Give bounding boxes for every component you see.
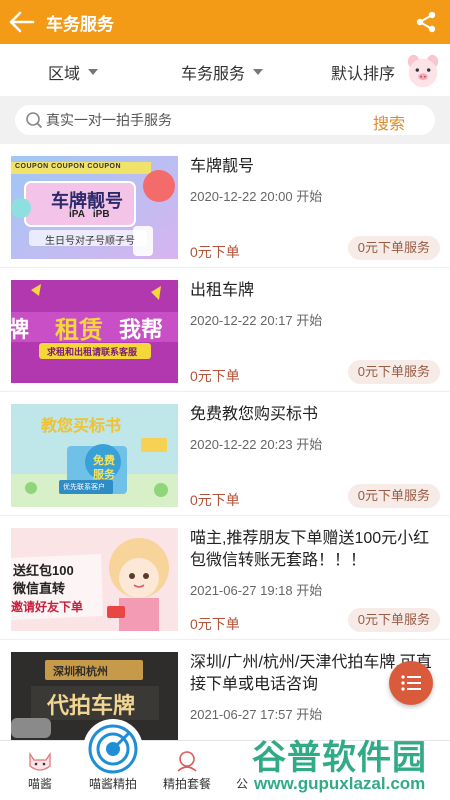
thumb-line-text: 邀请好友下单: [11, 600, 84, 614]
service-filter[interactable]: 车务服务: [181, 60, 264, 84]
sort-filter-label: 默认排序: [331, 66, 396, 83]
thumb-sub-text: 生日号对子号顺子号: [45, 236, 135, 247]
nav-label: 精拍套餐: [162, 777, 211, 791]
nav-item-home[interactable]: 喵酱: [0, 741, 80, 800]
caret-down-icon: [88, 69, 99, 75]
service-filter-label: 车务服务: [181, 66, 246, 83]
sort-filter[interactable]: 默认排序: [331, 60, 395, 84]
page-title: 车务服务: [46, 14, 114, 34]
thumb-coupon-text: COUPON COUPON COUPON: [15, 163, 122, 170]
item-price: 0元下单: [190, 492, 240, 508]
region-filter-label: 区域: [48, 66, 81, 83]
arrow-left-icon[interactable]: [0, 0, 44, 44]
order-service-button[interactable]: 0元下单服务: [347, 484, 440, 508]
thumb-sub-text: 求租和出租请联系客服: [47, 347, 138, 357]
thumb-main-text: 我帮: [119, 317, 164, 342]
item-date: 2021-06-27 19:18 开始: [190, 583, 323, 598]
search-area: 搜索: [0, 96, 450, 144]
item-price: 0元下单: [190, 244, 240, 260]
order-service-button[interactable]: 0元下单服务: [347, 608, 440, 632]
nav-label: 喵酱: [27, 777, 52, 791]
order-service-button[interactable]: 0元下单服务: [347, 360, 440, 384]
thumb-line-text: 送红包100: [13, 563, 74, 578]
list-item[interactable]: 牌 租赁 我帮 求租和出租请联系客服 出租车牌 2020-12-22 20:17…: [0, 268, 450, 392]
thumb-tag-text: 优先联系客户: [63, 484, 105, 491]
item-title: 喵主,推荐朋友下单赠送100元小红包微信转账无套路！！！: [190, 530, 430, 569]
item-date: 2020-12-22 20:00 开始: [190, 189, 323, 204]
search-input[interactable]: [46, 112, 346, 128]
item-title: 车牌靓号: [190, 158, 255, 175]
list-item[interactable]: 教您买标书 免费 服务 优先联系客户 免费教您购买标书 2020-12-22 2…: [0, 392, 450, 516]
nav-label: 公: [235, 777, 248, 791]
thumb-line-text: 微信直转: [13, 581, 66, 596]
app-header: 车务服务: [0, 0, 450, 44]
thumb-main-text: 教您买标书: [41, 418, 122, 435]
pig-mascot-icon: [407, 54, 439, 88]
share-icon[interactable]: [410, 6, 442, 38]
thumb-main-text: 牌: [11, 317, 30, 342]
thumb-main-text: 代拍车牌: [47, 693, 136, 718]
search-box: 搜索: [15, 105, 435, 135]
item-thumbnail: 牌 租赁 我帮 求租和出租请联系客服: [11, 280, 178, 383]
item-price: 0元下单: [190, 616, 240, 632]
nav-item-package[interactable]: 精拍套餐: [147, 741, 227, 800]
service-list: COUPON COUPON COUPON 车牌靓号 iPA iPB 生日号对子号…: [0, 144, 450, 764]
item-date: 2020-12-22 20:23 开始: [190, 437, 323, 452]
floating-menu-button[interactable]: [389, 661, 433, 705]
caret-down-icon: [253, 69, 264, 75]
search-icon: [26, 112, 43, 129]
item-price: 0元下单: [190, 368, 240, 384]
item-title: 出租车牌: [190, 282, 255, 299]
item-title: 免费教您购买标书: [190, 406, 319, 423]
item-thumbnail: COUPON COUPON COUPON 车牌靓号 iPA iPB 生日号对子号…: [11, 156, 178, 259]
watermark-logo: 谷普软件园 www.gupuxlazal.com: [248, 730, 450, 800]
thumb-main-text: 租赁: [55, 317, 103, 344]
thumb-sub-text: iPA iPB: [69, 209, 110, 220]
thumb-top-text: 深圳和杭州: [53, 666, 108, 678]
cat-face-icon: [29, 751, 51, 771]
nav-label: 喵酱精拍: [88, 777, 137, 791]
item-thumbnail: 送红包100 微信直转 邀请好友下单: [11, 528, 178, 631]
list-item[interactable]: 送红包100 微信直转 邀请好友下单 喵主,推荐朋友下单赠送100元小红包微信转…: [0, 516, 450, 640]
filter-bar: 区域 车务服务 默认排序: [0, 44, 450, 96]
list-icon: [401, 675, 421, 691]
watermark-url: www.gupuxlazal.com: [254, 774, 426, 793]
order-service-button[interactable]: 0元下单服务: [347, 236, 440, 260]
search-button[interactable]: 搜索: [373, 110, 405, 134]
item-date: 2021-06-27 17:57 开始: [190, 707, 323, 722]
avatar-icon: [177, 751, 197, 772]
list-item[interactable]: COUPON COUPON COUPON 车牌靓号 iPA iPB 生日号对子号…: [0, 144, 450, 268]
item-date: 2020-12-22 20:17 开始: [190, 313, 323, 328]
item-thumbnail: 教您买标书 免费 服务 优先联系客户: [11, 404, 178, 507]
watermark-text: 谷普软件园: [252, 739, 427, 777]
thumb-badge-text: 服务: [93, 469, 115, 481]
region-filter[interactable]: 区域: [48, 60, 99, 84]
nav-item-paipai[interactable]: 喵酱精拍: [73, 741, 153, 800]
